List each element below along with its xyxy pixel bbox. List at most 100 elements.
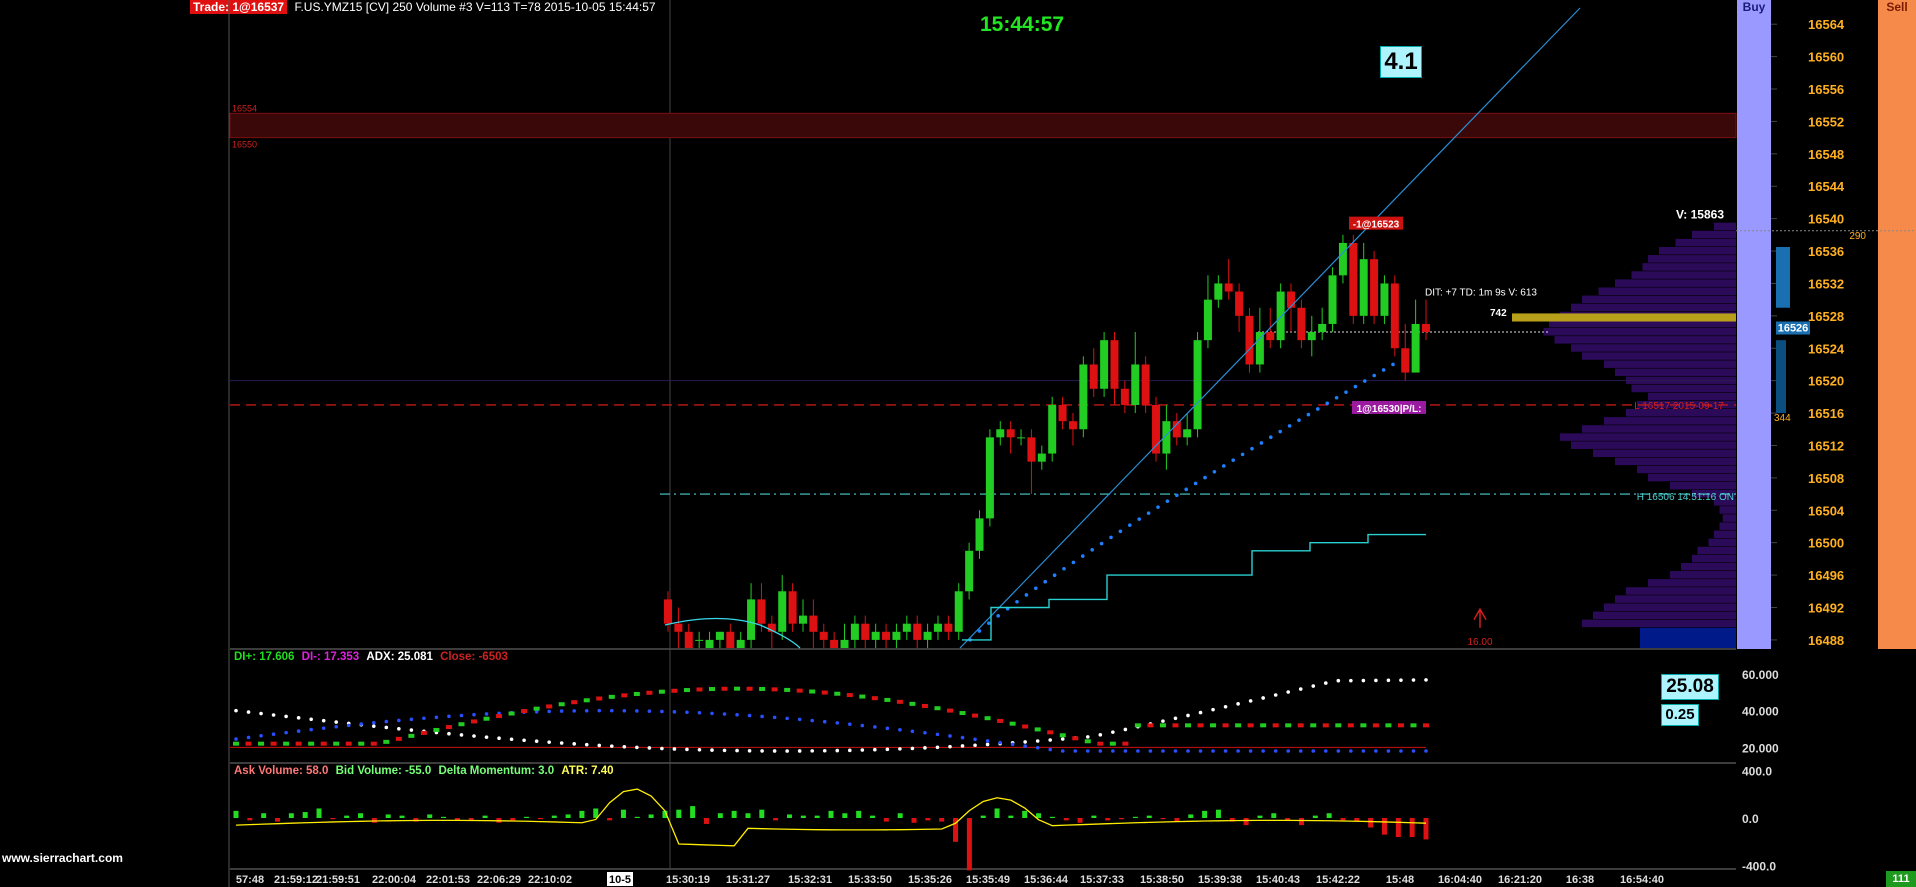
di-plus-marker: [283, 741, 290, 746]
adx-dot: [660, 746, 664, 751]
delta-bar: [1091, 815, 1097, 818]
candle-body: [1193, 340, 1202, 430]
di-plus-marker: [759, 686, 766, 691]
volume-profile-bar: [1719, 506, 1736, 514]
adx-dot: [1411, 678, 1416, 682]
volume-profile-bar: [1648, 392, 1736, 401]
delta-bar: [911, 818, 917, 823]
adx-dot: [647, 746, 652, 750]
volume-profile-bar: [1692, 230, 1736, 239]
volume-profile-bar: [1604, 360, 1736, 368]
delta-bar: [1119, 818, 1125, 820]
current-price-label: 16526: [1778, 323, 1809, 335]
psar-dot: [1316, 407, 1320, 411]
candle-body: [1131, 364, 1140, 405]
volume-profile-bar: [1615, 368, 1736, 377]
candle-body: [933, 623, 942, 632]
di-plus-marker: [358, 741, 365, 746]
volume-tick-label: -400.0: [1742, 860, 1776, 874]
di-plus-marker: [1147, 723, 1154, 728]
di-minus-dot: [1073, 749, 1078, 753]
price-tick-label: 16496: [1808, 568, 1844, 583]
psar-dot: [1165, 499, 1170, 503]
candle-body: [892, 631, 901, 640]
adx-dot: [1374, 678, 1378, 683]
psar-dot: [1175, 493, 1179, 498]
candle-body: [840, 639, 849, 648]
di-plus-marker: [1210, 723, 1217, 728]
delta-bar: [247, 818, 253, 821]
di-plus-marker: [496, 714, 503, 719]
adx-dot: [910, 746, 915, 751]
di-plus-marker: [1009, 721, 1016, 726]
adx-dot: [898, 747, 902, 751]
chart-canvas[interactable]: 16554 16550 L 16517 2015-09-17 H 16506 14:…: [0, 0, 1916, 887]
di-minus-dot: [434, 715, 439, 720]
delta-bar: [1146, 815, 1152, 818]
candle-body: [1401, 348, 1410, 373]
di-minus-dot: [1148, 749, 1153, 753]
price-tick-label: 16500: [1808, 536, 1844, 551]
adx-dot: [1223, 704, 1228, 709]
psar-dot: [1231, 458, 1235, 462]
time-tick-label: 15:40:43: [1256, 874, 1300, 886]
candle-body: [954, 591, 963, 632]
adx-dot: [1035, 739, 1040, 743]
candle-body: [1276, 291, 1285, 341]
candle-body: [1120, 388, 1129, 405]
di-plus-marker: [1097, 741, 1104, 746]
di-plus-marker: [521, 709, 528, 714]
di-minus-dot: [910, 729, 915, 734]
psar-dot: [1062, 566, 1066, 571]
adx-dot: [835, 748, 840, 753]
di-plus-marker: [834, 691, 841, 696]
di-minus-dot: [1211, 749, 1215, 753]
price-tick-label: 16516: [1808, 406, 1844, 421]
adx-dot: [635, 745, 639, 750]
di-minus-dot: [685, 710, 689, 715]
volume-profile-bar: [1615, 457, 1736, 466]
adx-dot: [1186, 713, 1190, 718]
candle-body: [1380, 283, 1389, 316]
delta-bar: [1368, 818, 1374, 828]
adx-dot: [1261, 696, 1265, 700]
delta-bar: [690, 806, 696, 818]
price-tick-label: 16508: [1808, 471, 1844, 486]
di-plus-marker: [408, 733, 415, 738]
di-plus-marker: [345, 741, 352, 746]
di-minus-dot: [1411, 749, 1416, 753]
time-tick-label: 16:21:20: [1498, 874, 1542, 886]
volume-profile-bar: [1604, 417, 1736, 425]
di-minus-dot: [985, 739, 990, 743]
volume-profile-bar: [1719, 522, 1736, 530]
time-tick-label: 15:31:27: [726, 874, 770, 886]
candle-body: [996, 429, 1005, 438]
candle-body: [1411, 323, 1420, 373]
psar-dot: [1287, 424, 1292, 428]
volume-profile-bar: [1714, 222, 1736, 231]
time-tick-label: 15:32:31: [788, 874, 832, 886]
di-plus-marker: [959, 711, 966, 716]
delta-bar: [925, 818, 931, 821]
candle-body: [1037, 453, 1046, 462]
psar-dot: [1034, 586, 1038, 591]
di-plus-marker: [508, 711, 515, 716]
di-minus-dot: [760, 714, 764, 719]
volume-tick-label: 400.0: [1742, 764, 1772, 778]
time-tick-label: 16:38: [1566, 874, 1594, 886]
price-tick-label: 16532: [1808, 276, 1844, 291]
di-minus-dot: [572, 709, 577, 713]
di-plus-marker: [1385, 723, 1392, 728]
di-minus-dot: [1023, 744, 1027, 748]
di-plus-marker: [984, 716, 991, 721]
volume-profile-bar: [1554, 336, 1736, 344]
high-level-label: H 16506 14:51:16 ON: [1637, 492, 1734, 503]
di-minus-dot: [835, 721, 840, 725]
di-minus-dot: [822, 719, 827, 724]
volume-profile-bar: [1582, 295, 1736, 304]
adx-dot: [497, 736, 501, 741]
volume-profile-bar: [1637, 465, 1736, 474]
volume-tick-label: 0.0: [1742, 812, 1759, 826]
psar-dot: [1109, 535, 1113, 540]
candle-body: [1266, 332, 1275, 341]
